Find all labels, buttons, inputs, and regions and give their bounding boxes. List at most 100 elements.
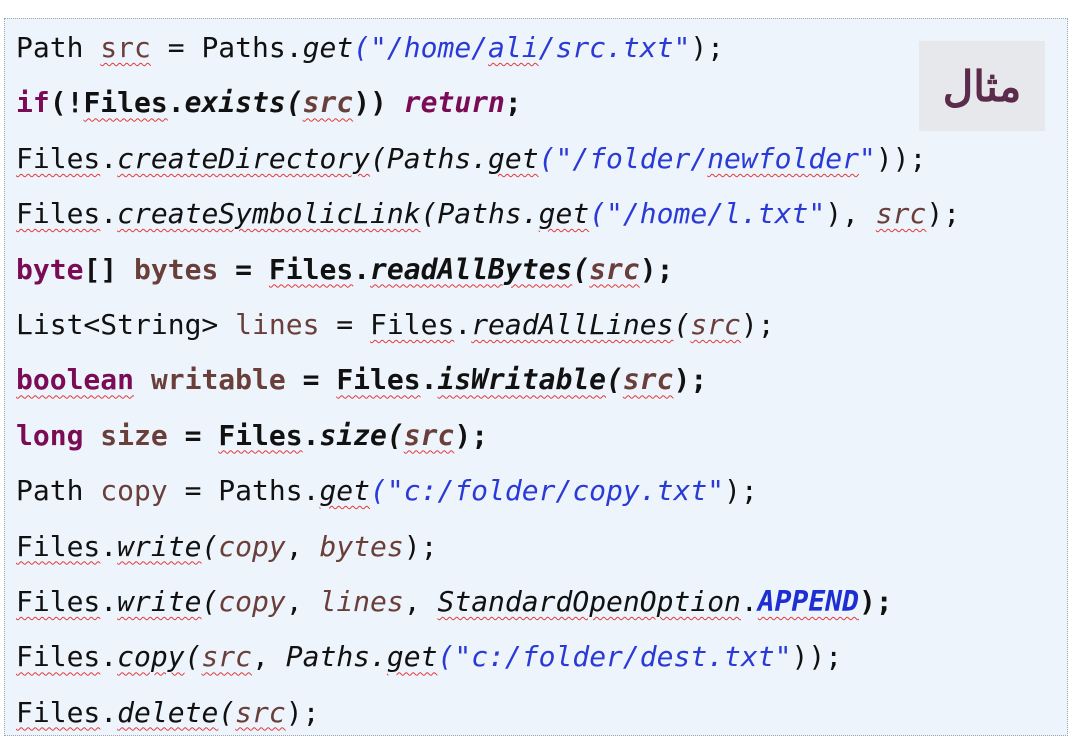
code-token: .	[370, 640, 387, 674]
code-token: Files	[16, 197, 101, 231]
code-token: src	[690, 307, 741, 341]
code-token: ,	[252, 640, 286, 674]
code-token: size	[319, 418, 387, 452]
code-token: .	[167, 86, 185, 120]
code-token: ("c:/folder/dest.txt"	[437, 640, 792, 674]
code-token: src	[589, 252, 640, 286]
code-token: bytes	[319, 529, 404, 563]
code-line: if(!Files.exists(src)) return;	[16, 75, 960, 130]
code-token: long	[16, 418, 84, 452]
code-token: );	[639, 252, 674, 286]
code-token: ,	[285, 529, 320, 563]
code-token: Path	[16, 31, 101, 64]
code-token: (!	[49, 86, 84, 120]
code-token: Files	[16, 529, 101, 563]
code-token: );	[740, 307, 775, 341]
code-line: Files.createDirectory(Paths.get("/folder…	[16, 131, 960, 186]
code-token: if	[16, 86, 50, 120]
code-token: copy	[218, 584, 286, 618]
code-token: Paths	[285, 640, 371, 674]
code-token: Files	[268, 252, 354, 286]
code-token: =	[319, 307, 371, 341]
code-token: );	[403, 529, 438, 563]
code-token: copy	[100, 474, 168, 508]
code-line: Files.write(copy, bytes);	[16, 519, 960, 574]
code-token: ));	[875, 141, 927, 175]
code-token: (	[572, 252, 590, 286]
code-token: return	[403, 86, 505, 120]
code-token: );	[724, 474, 758, 508]
code-token: );	[858, 584, 893, 618]
code-token: .	[100, 141, 118, 175]
code-token: ),	[825, 197, 876, 231]
code-token: get	[302, 31, 354, 64]
code-token: Files	[16, 584, 101, 618]
code-token: .	[302, 418, 320, 452]
code-token: /src.txt"	[538, 31, 691, 64]
code-token: ,	[403, 584, 438, 618]
code-token: Files	[370, 307, 455, 341]
code-token: (	[184, 640, 202, 674]
code-line: Files.write(copy, lines, StandardOpenOpt…	[16, 574, 960, 629]
code-token: ("c:/folder/copy.txt"	[370, 474, 725, 508]
code-token: src	[201, 640, 253, 674]
code-token: ali	[488, 31, 539, 64]
code-token: .	[100, 584, 118, 618]
code-token: "	[858, 141, 876, 175]
code-line: Files.copy(src, Paths.get("c:/folder/des…	[16, 629, 960, 684]
code-token: Files	[83, 86, 168, 120]
code-token: (	[285, 86, 303, 120]
code-token: ))	[353, 86, 404, 120]
code-token: =	[285, 363, 337, 397]
code-block: Path src = Paths.get("/home/ali/src.txt"…	[16, 20, 960, 740]
code-token: (Paths.	[420, 197, 539, 231]
code-token: (	[606, 363, 623, 397]
code-token: size	[100, 418, 168, 452]
code-token: src	[235, 695, 286, 729]
code-token: ));	[791, 640, 843, 674]
code-token: exists	[184, 86, 286, 120]
code-token: byte	[16, 252, 84, 286]
code-token: = Paths.	[150, 31, 303, 64]
code-line: Path src = Paths.get("/home/ali/src.txt"…	[16, 20, 960, 75]
code-token: .	[740, 584, 758, 618]
code-token: .	[100, 529, 118, 563]
code-token: List<String>	[16, 307, 236, 341]
code-token: .	[100, 640, 118, 674]
code-token: newfolder	[707, 141, 859, 175]
code-token: get	[386, 640, 438, 674]
code-token: .	[353, 252, 371, 286]
code-line: Path copy = Paths.get("c:/folder/copy.tx…	[16, 463, 960, 518]
code-token: boolean	[16, 363, 135, 397]
code-token: write	[117, 529, 202, 563]
code-token: );	[673, 363, 708, 397]
code-token: readAllLines	[471, 307, 674, 341]
code-token: ("/home/	[353, 31, 489, 64]
code-token: .	[100, 695, 118, 729]
code-token: );	[690, 31, 725, 64]
code-token: createDirectory	[117, 141, 371, 175]
code-token: ;	[504, 86, 522, 120]
code-token: (Paths.	[370, 141, 489, 175]
code-token: (	[201, 584, 219, 618]
code-token: ("/folder/	[538, 141, 708, 175]
code-token: get	[488, 141, 539, 175]
code-token: isWritable	[437, 363, 607, 397]
code-token: Path	[16, 474, 101, 508]
code-token: .	[420, 363, 438, 397]
code-line: Files.createSymbolicLink(Paths.get("/hom…	[16, 186, 960, 241]
code-token: copy	[218, 529, 286, 563]
code-line: boolean writable = Files.isWritable(src)…	[16, 352, 960, 407]
code-token: =	[167, 418, 219, 452]
code-token: = Paths.	[167, 474, 320, 508]
code-token: src	[403, 418, 455, 452]
code-token: .	[454, 307, 472, 341]
code-token: lines	[235, 307, 320, 341]
code-line: byte[] bytes = Files.readAllBytes(src);	[16, 242, 960, 297]
code-token: ("/home/l.txt"	[589, 197, 826, 231]
code-token: writable	[150, 363, 286, 397]
code-token: ,	[285, 584, 320, 618]
code-token: =	[218, 252, 269, 286]
code-token: get	[538, 197, 590, 231]
